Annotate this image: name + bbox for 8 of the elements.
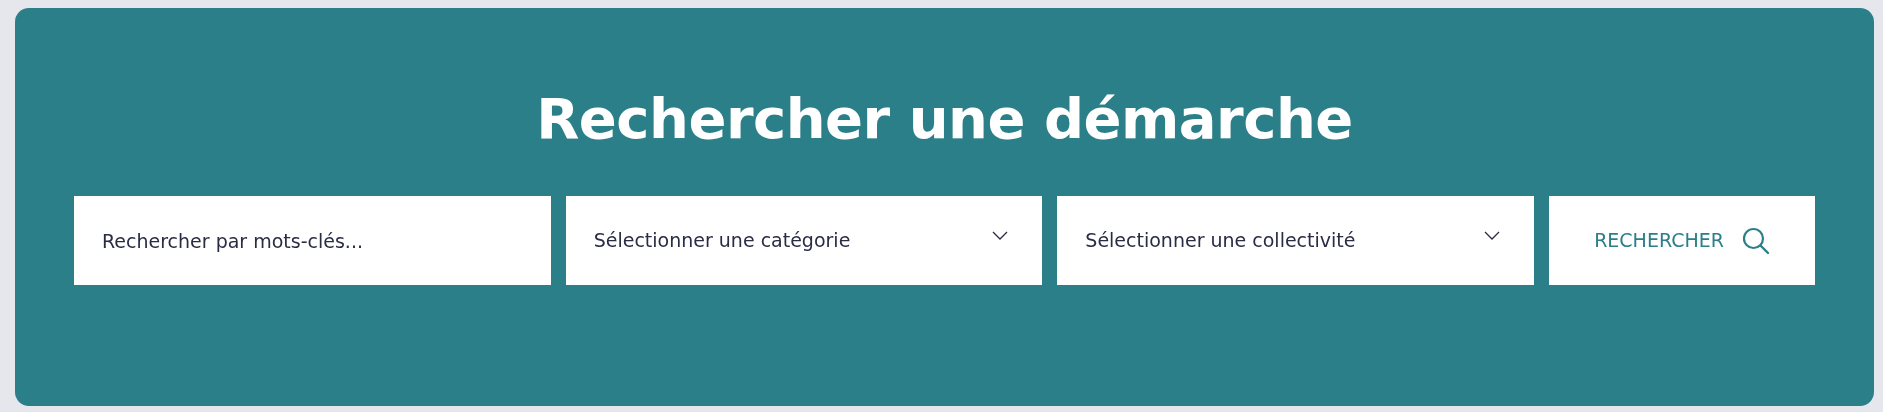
search-button[interactable]: RECHERCHER (1549, 196, 1815, 285)
search-icon (1741, 226, 1770, 255)
dropdown-select[interactable]: Sélectionner une catégorie (565, 196, 1043, 285)
keyword-search-field[interactable]: Rechercher par mots-clés... (74, 196, 551, 285)
chevron-down-icon (992, 231, 1009, 240)
dropdown-select[interactable]: Sélectionner une collectivité (1057, 196, 1534, 285)
chevron-down-icon (1484, 231, 1500, 240)
page-title: Rechercher une démarche (535, 85, 1354, 153)
